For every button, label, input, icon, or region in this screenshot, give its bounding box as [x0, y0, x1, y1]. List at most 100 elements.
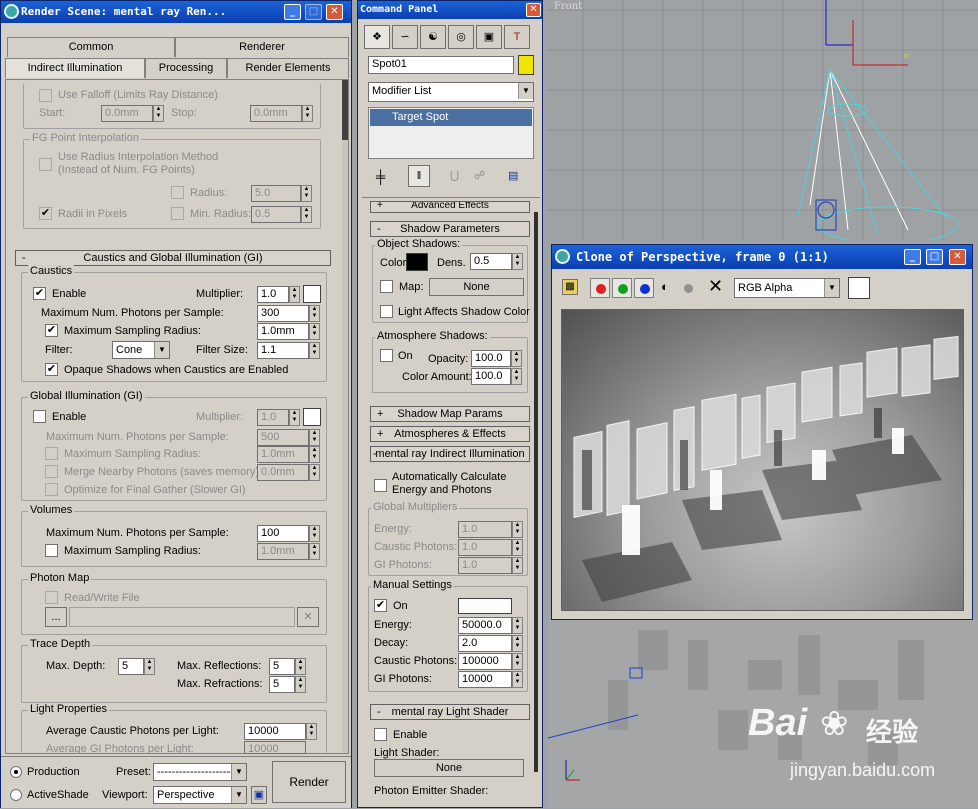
advanced-effects-rollout[interactable]: + Advanced Effects — [370, 201, 530, 213]
gm-energy-spinner[interactable]: ▲ ▼ — [512, 521, 523, 538]
max-depth-field[interactable]: 5 — [118, 658, 144, 675]
min-radius-spinner[interactable]: ▲ ▼ — [301, 206, 312, 223]
shadow-color-swatch[interactable] — [406, 253, 428, 271]
radii-pixels-checkbox[interactable]: ✔ — [39, 207, 52, 220]
clone-titlebar[interactable]: Clone of Perspective, frame 0 (1:1) _ □ … — [552, 245, 972, 269]
caustics-max-photons-spinner[interactable]: ▲ ▼ — [309, 305, 320, 322]
manual-color-swatch[interactable] — [458, 598, 512, 614]
min-radius-checkbox[interactable] — [171, 207, 184, 220]
volumes-max-radius-spinner[interactable]: ▲ ▼ — [309, 543, 320, 560]
manual-on-checkbox[interactable]: ✔ — [374, 599, 387, 612]
caustics-max-radius-checkbox[interactable]: ✔ — [45, 324, 58, 337]
monochrome-icon[interactable] — [684, 284, 693, 293]
remove-modifier-icon[interactable]: ☍ — [474, 169, 485, 182]
volumes-max-radius-checkbox[interactable] — [45, 544, 58, 557]
gi-max-radius-field[interactable]: 1.0mm — [257, 446, 309, 463]
avg-gi-field[interactable]: 10000 — [244, 741, 306, 754]
manual-energy-field[interactable]: 50000.0 — [458, 617, 512, 634]
gm-caustic-field[interactable]: 1.0 — [458, 539, 512, 556]
hierarchy-tab-icon[interactable]: ☯ — [420, 25, 446, 49]
merge-photons-field[interactable]: 0.0mm — [257, 464, 309, 481]
filter-size-spinner[interactable]: ▲ ▼ — [309, 342, 320, 359]
photon-map-path-field[interactable] — [69, 607, 295, 627]
gi-max-photons-spinner[interactable]: ▲ ▼ — [309, 429, 320, 446]
volumes-max-photons-spinner[interactable]: ▲ ▼ — [309, 525, 320, 542]
configure-sets-icon[interactable]: ▤ — [508, 169, 518, 182]
atmospheres-effects-rollout[interactable]: + Atmospheres & Effects — [370, 426, 530, 442]
caustics-color-swatch[interactable] — [303, 285, 321, 303]
merge-photons-spinner[interactable]: ▲ ▼ — [309, 464, 320, 481]
blue-channel-button[interactable] — [634, 278, 654, 298]
radius-spinner[interactable]: ▲ ▼ — [301, 185, 312, 202]
volumes-max-photons-field[interactable]: 100 — [257, 525, 309, 542]
perspective-viewport[interactable]: Bai ❀ 经验 jingyan.baidu.com — [548, 620, 978, 808]
render-button[interactable]: Render — [272, 761, 346, 803]
filter-size-field[interactable]: 1.1 — [257, 342, 309, 359]
gi-color-swatch[interactable] — [303, 408, 321, 426]
caustics-multiplier-spinner[interactable]: ▲ ▼ — [289, 286, 300, 303]
caustics-max-radius-spinner[interactable]: ▲ ▼ — [309, 323, 320, 340]
max-depth-spinner[interactable]: ▲ ▼ — [144, 658, 155, 675]
scrollbar-thumb[interactable] — [534, 212, 538, 772]
caustics-enable-checkbox[interactable]: ✔ — [33, 287, 46, 300]
shadow-parameters-rollout[interactable]: - Shadow Parameters — [370, 221, 530, 237]
scrollbar[interactable] — [342, 80, 348, 753]
auto-calc-checkbox[interactable] — [374, 479, 387, 492]
stop-field[interactable]: 0.0mm — [250, 105, 302, 122]
maximize-button[interactable]: □ — [305, 4, 322, 20]
dens-field[interactable]: 0.5 — [470, 253, 512, 270]
light-shader-button[interactable]: None — [374, 759, 524, 777]
pin-stack-icon[interactable]: ╪ — [376, 169, 385, 184]
shadow-map-rollout[interactable]: + Shadow Map Params — [370, 406, 530, 422]
lock-icon[interactable]: ▣ — [251, 786, 267, 804]
gi-multiplier-field[interactable]: 1.0 — [257, 409, 289, 426]
caustics-max-photons-field[interactable]: 300 — [257, 305, 309, 322]
gi-multiplier-spinner[interactable]: ▲ ▼ — [289, 409, 300, 426]
alpha-channel-icon[interactable]: ◐ — [661, 279, 669, 294]
command-panel-titlebar[interactable]: Command Panel ✕ — [358, 1, 542, 19]
max-refractions-field[interactable]: 5 — [269, 676, 295, 693]
shadow-map-checkbox[interactable] — [380, 280, 393, 293]
manual-caustic-field[interactable]: 100000 — [458, 653, 512, 670]
manual-caustic-spinner[interactable]: ▲ ▼ — [512, 653, 523, 670]
use-falloff-checkbox[interactable] — [39, 89, 52, 102]
clear-icon[interactable]: ✕ — [708, 276, 723, 297]
red-channel-button[interactable] — [590, 278, 610, 298]
make-unique-icon[interactable]: ⋃ — [450, 169, 459, 182]
volumes-max-radius-field[interactable]: 1.0mm — [257, 543, 309, 560]
show-end-result-icon[interactable]: ‖ — [408, 165, 430, 187]
gm-energy-field[interactable]: 1.0 — [458, 521, 512, 538]
green-channel-button[interactable] — [612, 278, 632, 298]
read-write-checkbox[interactable] — [45, 591, 58, 604]
max-refractions-spinner[interactable]: ▲ ▼ — [295, 676, 306, 693]
light-affects-checkbox[interactable] — [380, 305, 393, 318]
gm-gi-field[interactable]: 1.0 — [458, 557, 512, 574]
object-color-swatch[interactable] — [518, 55, 534, 75]
mr-indirect-rollout[interactable]: - mental ray Indirect Illumination — [370, 446, 530, 462]
caustics-multiplier-field[interactable]: 1.0 — [257, 286, 289, 303]
filter-dropdown[interactable]: Cone ▼ — [112, 341, 170, 359]
preset-dropdown[interactable]: ---------------------- ▼ — [153, 763, 247, 781]
production-radio[interactable] — [10, 766, 22, 778]
minimize-button[interactable]: _ — [904, 249, 921, 265]
close-button[interactable]: ✕ — [949, 249, 966, 265]
gi-enable-checkbox[interactable] — [33, 410, 46, 423]
caustics-max-radius-field[interactable]: 1.0mm — [257, 323, 309, 340]
gi-max-radius-checkbox[interactable] — [45, 447, 58, 460]
shadow-map-button[interactable]: None — [429, 278, 524, 296]
opaque-shadows-checkbox[interactable]: ✔ — [45, 363, 58, 376]
tab-processing[interactable]: Processing — [145, 58, 227, 78]
front-viewport[interactable]: Front x — [548, 0, 978, 240]
render-scene-titlebar[interactable]: Render Scene: mental ray Ren... _ □ ✕ — [1, 1, 351, 23]
manual-energy-spinner[interactable]: ▲ ▼ — [512, 617, 523, 634]
manual-decay-spinner[interactable]: ▲ ▼ — [512, 635, 523, 652]
avg-caustic-field[interactable]: 10000 — [244, 723, 306, 740]
modify-tab-icon[interactable]: ∽ — [392, 25, 418, 49]
close-button[interactable]: ✕ — [326, 4, 343, 20]
max-reflections-spinner[interactable]: ▲ ▼ — [295, 658, 306, 675]
channel-dropdown[interactable]: RGB Alpha ▼ — [734, 278, 840, 298]
stop-spinner[interactable]: ▲ ▼ — [302, 105, 313, 122]
clear-path-icon[interactable]: ✕ — [297, 607, 319, 627]
start-field[interactable]: 0.0mm — [101, 105, 153, 122]
maximize-button[interactable]: □ — [926, 249, 943, 265]
